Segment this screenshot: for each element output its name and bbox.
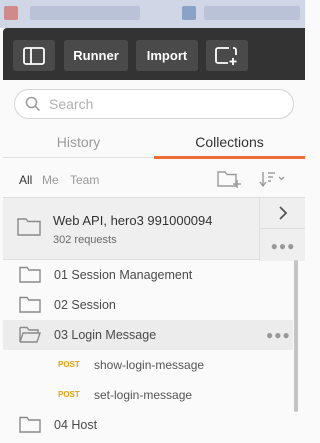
filter-bar: All Me Team (3, 166, 305, 192)
collection-folder-icon (17, 217, 41, 241)
folder-icon (19, 266, 41, 288)
folder-row-expanded[interactable]: 03 Login Message ●●● (3, 320, 293, 350)
folder-label: 04 Host (54, 418, 98, 432)
collections-panel: Runner Import History Collections All Me… (3, 28, 305, 443)
chevron-right-icon (279, 206, 288, 220)
background-window-strip (0, 0, 305, 28)
folder-icon (19, 416, 41, 438)
folder-row[interactable]: 01 Session Management (3, 260, 293, 290)
folder-icon (19, 296, 41, 318)
background-tab (30, 6, 140, 20)
background-tab-icon (182, 6, 196, 20)
tab-bar: History Collections (3, 126, 305, 159)
filter-team[interactable]: Team (70, 173, 99, 187)
open-folder-icon (19, 326, 41, 348)
more-dots-icon[interactable]: ●●● (260, 230, 305, 261)
search-input[interactable] (49, 96, 269, 112)
toggle-sidebar-button[interactable] (13, 40, 55, 71)
sort-button[interactable] (258, 169, 286, 194)
collection-name: Web API, hero3 991000094 (53, 213, 213, 228)
filter-all[interactable]: All (19, 173, 32, 187)
tab-history[interactable]: History (3, 126, 154, 158)
request-row[interactable]: POST set-login-message (3, 380, 293, 410)
new-collection-button[interactable] (217, 169, 243, 194)
collection-side-actions: ●●● (259, 198, 305, 261)
expand-collection-button[interactable] (260, 198, 305, 229)
scrollbar[interactable] (294, 260, 298, 412)
new-collection-icon (217, 171, 241, 188)
request-method-badge: POST (58, 360, 80, 369)
request-method-badge: POST (58, 390, 80, 399)
background-tab (204, 6, 300, 20)
filter-me[interactable]: Me (42, 173, 59, 187)
header-toolbar: Runner Import (3, 28, 305, 80)
search-icon (25, 96, 41, 112)
runner-button[interactable]: Runner (64, 40, 128, 71)
collection-header[interactable]: Web API, hero3 991000094 302 requests ●●… (3, 197, 305, 261)
import-button[interactable]: Import (136, 40, 198, 71)
new-button[interactable] (206, 40, 248, 71)
folder-list: 01 Session Management 02 Session 03 Logi… (3, 260, 305, 443)
folder-label: 03 Login Message (54, 328, 157, 342)
background-tab-icon (4, 6, 18, 20)
tab-collections[interactable]: Collections (154, 126, 305, 159)
folder-row[interactable]: 04 Host (3, 410, 293, 440)
sort-icon (259, 172, 285, 188)
folder-row[interactable]: 02 Session (3, 290, 293, 320)
sidebar-toggle-icon (23, 46, 45, 65)
search-box[interactable] (14, 89, 294, 119)
request-row[interactable]: POST show-login-message (3, 350, 293, 380)
collection-request-count: 302 requests (53, 234, 117, 246)
request-name: show-login-message (94, 358, 205, 372)
folder-label: 01 Session Management (54, 268, 193, 282)
folder-label: 02 Session (54, 298, 116, 312)
new-window-icon (215, 46, 237, 65)
more-dots-icon[interactable]: ●●● (266, 328, 291, 342)
request-name: set-login-message (94, 388, 193, 402)
